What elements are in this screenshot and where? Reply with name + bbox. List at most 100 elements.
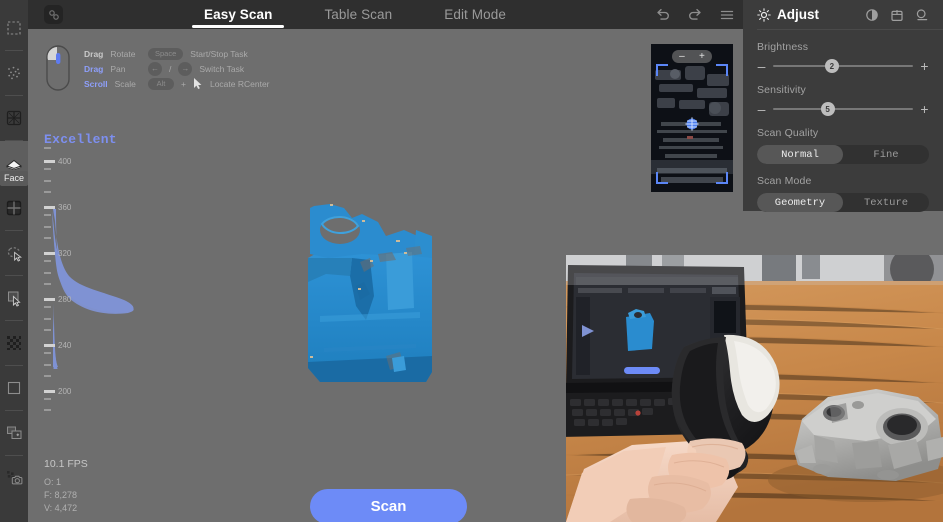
plane-icon bbox=[7, 381, 21, 395]
tab-table-scan[interactable]: Table Scan bbox=[298, 0, 418, 29]
adjust-panel-header: Adjust bbox=[757, 0, 929, 29]
scan-mode-label: Scan Mode bbox=[757, 175, 812, 187]
histogram-body: 400 360 320 280 240 200 bbox=[44, 147, 174, 421]
sensitivity-knob[interactable]: 5 bbox=[820, 102, 835, 116]
contrast-icon[interactable] bbox=[865, 8, 879, 22]
preview-corner-bottom-right-icon bbox=[716, 172, 728, 184]
app-logo-button[interactable] bbox=[44, 5, 63, 24]
hint-action: Switch Task bbox=[199, 63, 245, 74]
sensitivity-slider[interactable]: – 5 + bbox=[757, 102, 929, 116]
scan-mode-option-texture[interactable]: Texture bbox=[843, 193, 929, 212]
hint-key: Drag bbox=[84, 63, 104, 74]
magnifier-icon[interactable] bbox=[915, 8, 929, 22]
tab-edit-mode[interactable]: Edit Mode bbox=[418, 0, 532, 29]
camera-capture-icon bbox=[6, 471, 22, 485]
stat-vertices: V: 4,472 bbox=[44, 503, 78, 513]
sidebar-item-face[interactable]: Face bbox=[0, 141, 29, 186]
preview-corner-top-right-icon bbox=[716, 64, 728, 76]
scan-quality-toggle[interactable]: Normal Fine bbox=[757, 145, 929, 164]
add-layer-icon bbox=[6, 426, 21, 439]
key-space: Space bbox=[148, 47, 184, 60]
brightness-decrease-button[interactable]: – bbox=[757, 59, 766, 73]
axis-label: 400 bbox=[58, 157, 72, 166]
tab-label: Edit Mode bbox=[444, 7, 506, 22]
sidebar-item-add-layer[interactable] bbox=[0, 411, 28, 455]
hint-action: Locate RCenter bbox=[209, 78, 270, 89]
hint-row: Drag Rotate bbox=[84, 46, 136, 61]
stat-objects: O: 1 bbox=[44, 477, 62, 487]
axis-label: 240 bbox=[58, 341, 72, 350]
adjust-divider bbox=[757, 29, 943, 30]
sidebar-item-cube-wireframe[interactable] bbox=[0, 96, 28, 140]
preview-zoom-controls[interactable]: – + bbox=[672, 50, 712, 63]
sensitivity-increase-button[interactable]: + bbox=[920, 102, 929, 116]
axis-tick-minor bbox=[44, 260, 51, 262]
adjust-panel: Adjust Brightness – 2 + Sensitivity – 5 … bbox=[743, 0, 943, 212]
hint-row: Space Start/Stop Task bbox=[148, 46, 270, 61]
axis-label: 200 bbox=[58, 387, 72, 396]
sidebar-item-marquee-select[interactable] bbox=[0, 6, 28, 50]
axis-tick bbox=[44, 298, 55, 301]
axis-label: 320 bbox=[58, 249, 72, 258]
sidebar-item-camera-capture[interactable] bbox=[0, 456, 28, 500]
adjust-panel-title: Adjust bbox=[777, 7, 819, 22]
axis-tick bbox=[44, 206, 55, 209]
tab-easy-scan[interactable]: Easy Scan bbox=[178, 0, 298, 29]
axis-tick-minor bbox=[44, 283, 51, 285]
camera-preview[interactable]: – + bbox=[651, 44, 733, 192]
sidebar-item-rect-select-cursor[interactable] bbox=[0, 276, 28, 320]
scan-button[interactable]: Scan bbox=[310, 489, 467, 522]
sidebar-item-plane[interactable] bbox=[0, 366, 28, 410]
scan-quality-label: Scan Quality bbox=[757, 127, 819, 139]
hint-action: Start/Stop Task bbox=[190, 48, 248, 59]
fps-readout: 10.1 FPS bbox=[44, 458, 88, 470]
sidebar-item-cube-solid[interactable] bbox=[0, 186, 28, 230]
scan-mode-toggle[interactable]: Geometry Texture bbox=[757, 193, 929, 212]
brightness-knob[interactable]: 2 bbox=[824, 59, 839, 73]
box-marker-icon[interactable] bbox=[890, 8, 904, 22]
preview-zoom-in-button[interactable]: + bbox=[699, 51, 705, 62]
main-tabs: Easy Scan Table Scan Edit Mode bbox=[178, 0, 532, 29]
axis-tick bbox=[44, 252, 55, 255]
sidebar-item-lasso-select[interactable] bbox=[0, 231, 28, 275]
undo-icon[interactable] bbox=[655, 7, 671, 23]
hamburger-menu-icon[interactable] bbox=[719, 7, 735, 23]
hint-action: Scale bbox=[114, 78, 136, 89]
brightness-track[interactable]: 2 bbox=[773, 59, 913, 73]
axis-tick-minor bbox=[44, 237, 51, 239]
brightness-increase-button[interactable]: + bbox=[920, 59, 929, 73]
axis-tick bbox=[44, 390, 55, 393]
link-logo-icon bbox=[48, 9, 59, 20]
scan-quality-option-fine[interactable]: Fine bbox=[843, 145, 929, 164]
axis-tick-minor bbox=[44, 191, 51, 193]
brightness-slider[interactable]: – 2 + bbox=[757, 59, 929, 73]
scanned-mesh-3d[interactable] bbox=[300, 196, 450, 401]
brightness-label: Brightness bbox=[757, 41, 809, 53]
mouse-hint-column: Drag Rotate Drag Pan Scroll Scale bbox=[84, 46, 136, 91]
handheld-3d-scanner-photo bbox=[566, 255, 943, 522]
top-bar-actions bbox=[655, 0, 735, 29]
cube-wireframe-icon bbox=[6, 110, 22, 126]
hint-row: ← / → Switch Task bbox=[148, 61, 270, 76]
keyboard-hint-column: Space Start/Stop Task ← / → Switch Task … bbox=[148, 46, 270, 91]
sensitivity-decrease-button[interactable]: – bbox=[757, 102, 766, 116]
redo-icon[interactable] bbox=[687, 7, 703, 23]
stat-faces: F: 8,278 bbox=[44, 490, 78, 500]
sidebar-item-point-cloud[interactable] bbox=[0, 51, 28, 95]
mesh-render bbox=[308, 204, 432, 382]
axis-tick-minor bbox=[44, 214, 51, 216]
axis-tick-minor bbox=[44, 409, 51, 411]
key-arrow-right: → bbox=[178, 61, 193, 76]
sidebar-item-checkerboard[interactable] bbox=[0, 321, 28, 365]
preview-zoom-out-button[interactable]: – bbox=[679, 51, 685, 62]
axis-tick-minor bbox=[44, 352, 51, 354]
rect-select-cursor-icon bbox=[7, 291, 21, 307]
checkerboard-icon bbox=[7, 336, 21, 350]
axis-tick-minor bbox=[44, 398, 51, 400]
sensitivity-track[interactable]: 5 bbox=[773, 102, 913, 116]
preview-corner-bottom-left-icon bbox=[656, 172, 668, 184]
axis-tick-minor bbox=[44, 147, 51, 149]
scan-quality-option-normal[interactable]: Normal bbox=[757, 145, 843, 164]
tab-label: Easy Scan bbox=[204, 7, 273, 22]
scan-mode-option-geometry[interactable]: Geometry bbox=[757, 193, 843, 212]
